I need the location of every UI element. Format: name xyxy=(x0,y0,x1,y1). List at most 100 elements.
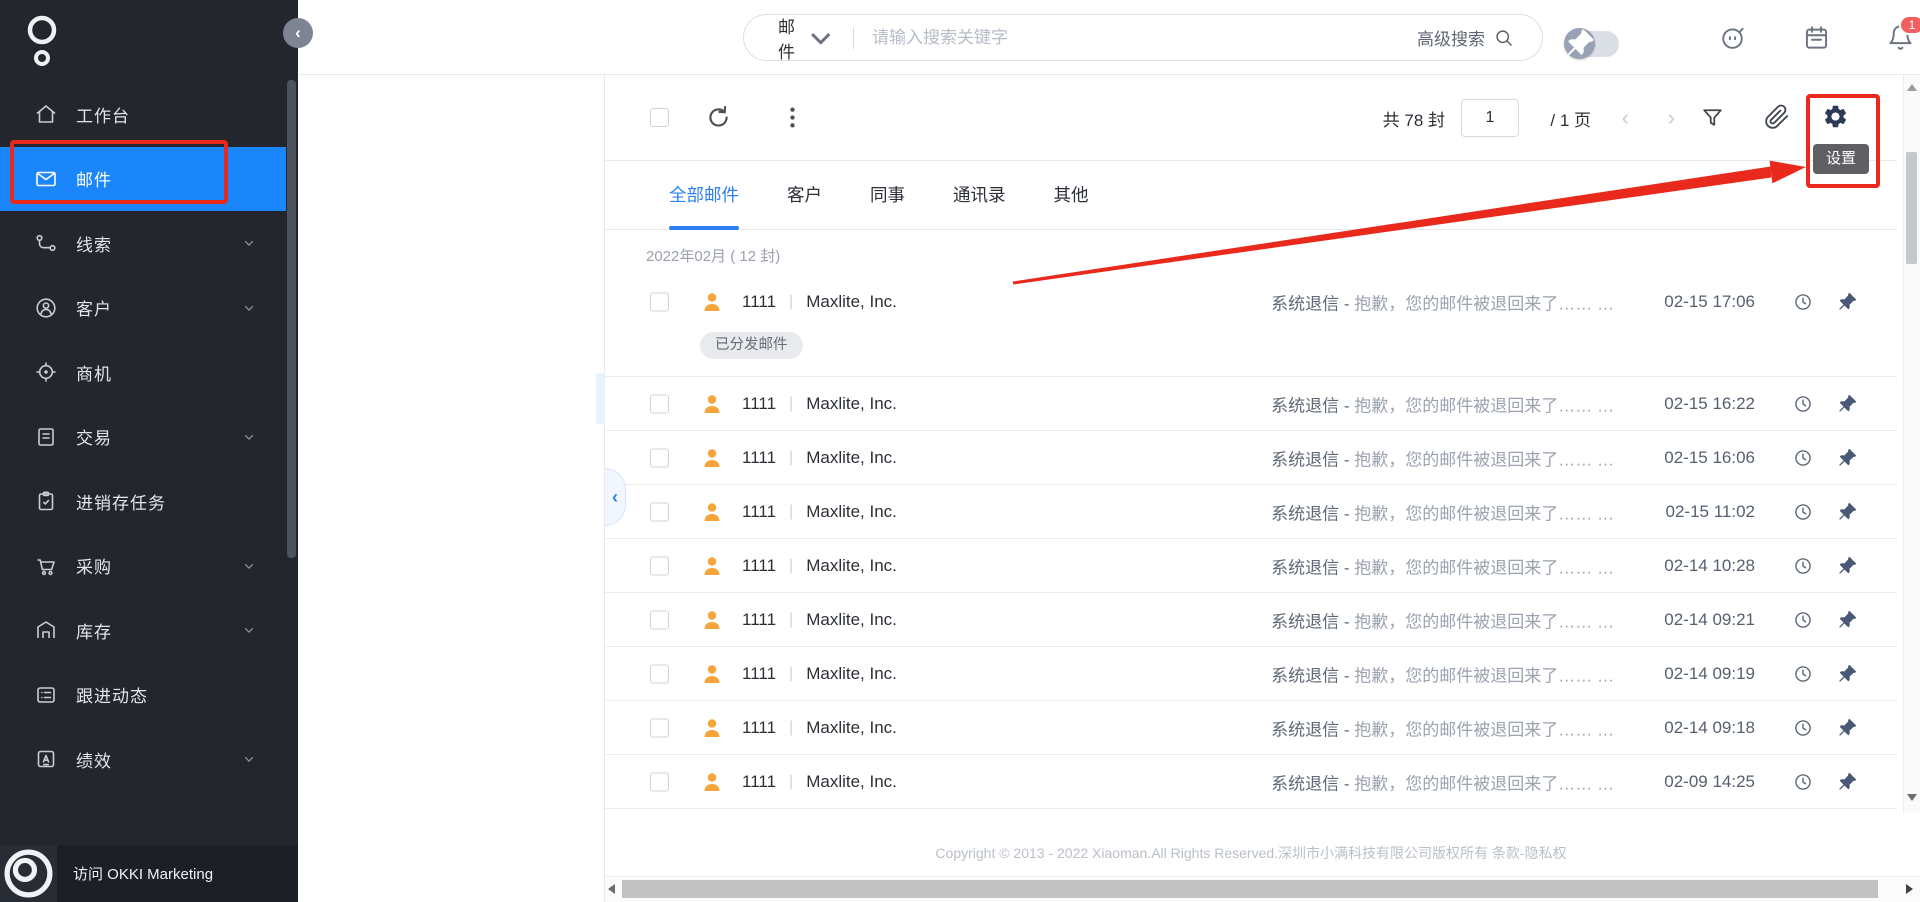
sidebar-item-purchase[interactable]: 采购 xyxy=(0,534,286,599)
email-row[interactable]: 1111 | Maxlite, Inc. 系统退信 - 抱歉，您的邮件被退回来了…… … xyxy=(605,377,1897,431)
more-actions-kebab-icon[interactable] xyxy=(779,104,806,131)
marketing-link[interactable]: 访问 OKKI Marketing xyxy=(0,845,298,902)
email-time: 02-15 16:06 xyxy=(1664,448,1755,467)
inventory-icon xyxy=(34,618,58,642)
page-number-input[interactable] xyxy=(1461,99,1519,137)
search-box[interactable]: 邮件 高级搜索 xyxy=(743,13,1543,63)
clock-icon[interactable] xyxy=(1793,718,1813,738)
marketing-label: 访问 OKKI Marketing xyxy=(73,866,214,883)
page-total-label: / 1 页 xyxy=(1550,110,1591,130)
email-row[interactable]: 1111 | Maxlite, Inc. 系统退信 - 抱歉，您的邮件被退回来了…… … xyxy=(605,539,1897,593)
email-sender: 1111 | Maxlite, Inc. xyxy=(742,448,897,467)
search-scope-select[interactable]: 邮件 xyxy=(744,13,835,63)
email-checkbox[interactable] xyxy=(650,448,669,468)
clock-icon[interactable] xyxy=(1793,772,1813,792)
tab-同事[interactable]: 同事 xyxy=(870,161,905,230)
copyright-footer: Copyright © 2013 - 2022 Xiaoman.All Righ… xyxy=(935,845,1567,861)
email-checkbox[interactable] xyxy=(650,292,669,312)
sidebar-item-opportunity[interactable]: 商机 xyxy=(0,340,286,405)
email-row[interactable]: 1111 | Maxlite, Inc. 系统退信 - 抱歉，您的邮件被退回来了…… … xyxy=(605,701,1897,755)
pin-toggle-knob xyxy=(1564,28,1595,59)
vertical-scrollbar-thumb[interactable] xyxy=(1906,152,1917,264)
sidebar-item-label: 进销存任务 xyxy=(76,493,166,513)
email-checkbox[interactable] xyxy=(650,664,669,684)
search-input[interactable] xyxy=(872,27,1417,48)
clock-icon[interactable] xyxy=(1793,664,1813,684)
email-checkbox[interactable] xyxy=(650,610,669,630)
email-sender: 1111 | Maxlite, Inc. xyxy=(742,772,897,791)
performance-icon xyxy=(34,747,58,771)
pin-icon[interactable] xyxy=(1837,664,1857,684)
prev-page-button[interactable]: ‹ xyxy=(1622,75,1629,161)
email-sender: 1111 | Maxlite, Inc. xyxy=(742,502,897,521)
sidebar-collapse-button[interactable]: ‹ xyxy=(283,18,313,48)
pin-icon[interactable] xyxy=(1837,394,1857,414)
tab-全部邮件[interactable]: 全部邮件 xyxy=(669,161,739,230)
sidebar-item-feed[interactable]: 跟进动态 xyxy=(0,663,286,728)
main-sidebar: 工作台 邮件 线索客户商机 交易进销存任务采购 库存 跟进动态 绩效 访问 OKKI Mar… xyxy=(0,0,298,902)
horizontal-scrollbar-thumb[interactable] xyxy=(622,880,1878,898)
clock-icon[interactable] xyxy=(1793,448,1813,468)
settings-gear-icon[interactable] xyxy=(1822,103,1849,130)
refresh-icon[interactable] xyxy=(705,104,732,131)
pin-icon[interactable] xyxy=(1837,502,1857,522)
clock-icon[interactable] xyxy=(1793,292,1813,312)
pin-icon[interactable] xyxy=(1837,292,1857,312)
email-checkbox[interactable] xyxy=(650,394,669,414)
scroll-down-arrow[interactable] xyxy=(1907,794,1917,801)
clock-icon[interactable] xyxy=(1793,502,1813,522)
email-row[interactable]: 1111 | Maxlite, Inc. 系统退信 - 抱歉，您的邮件被退回来了…… … xyxy=(605,593,1897,647)
email-row[interactable]: 1111 | Maxlite, Inc. 系统退信 - 抱歉，您的邮件被退回来了…… … xyxy=(605,431,1897,485)
sidebar-item-label: 客户 xyxy=(76,300,112,320)
email-checkbox[interactable] xyxy=(650,772,669,792)
sidebar-item-performance[interactable]: 绩效 xyxy=(0,727,286,792)
sidebar-item-customer[interactable]: 客户 xyxy=(0,276,286,341)
task-icon xyxy=(34,489,58,513)
scroll-up-arrow[interactable] xyxy=(1907,84,1917,91)
select-all-checkbox[interactable] xyxy=(650,108,669,127)
sidebar-item-task[interactable]: 进销存任务 xyxy=(0,469,286,534)
pin-toggle[interactable] xyxy=(1564,28,1619,59)
email-row[interactable]: 1111 | Maxlite, Inc. 系统退信 - 抱歉，您的邮件被退回来了…… … xyxy=(605,755,1897,809)
sidebar-item-inventory[interactable]: 库存 xyxy=(0,598,286,663)
sidebar-scrollbar-thumb[interactable] xyxy=(287,80,296,558)
email-checkbox[interactable] xyxy=(650,556,669,576)
sidebar-item-deal[interactable]: 交易 xyxy=(0,405,286,470)
mail-category-tabs: 全部邮件 客户 同事 通讯录 其他 xyxy=(605,161,1897,230)
sidebar-item-leads[interactable]: 线索 xyxy=(0,211,286,276)
clock-icon[interactable] xyxy=(1793,610,1813,630)
sidebar-item-home[interactable]: 工作台 xyxy=(0,82,286,147)
pin-icon[interactable] xyxy=(1837,610,1857,630)
attachment-paperclip-icon[interactable] xyxy=(1764,104,1790,130)
scroll-left-arrow[interactable] xyxy=(608,884,615,894)
email-time: 02-14 09:19 xyxy=(1664,664,1755,683)
pin-icon[interactable] xyxy=(1837,556,1857,576)
advanced-search-button[interactable]: 高级搜索 xyxy=(1417,25,1514,50)
chevron-down-icon xyxy=(242,236,256,250)
calendar-icon[interactable] xyxy=(1803,24,1830,51)
email-checkbox[interactable] xyxy=(650,502,669,522)
email-row[interactable]: 1111 | Maxlite, Inc. 系统退信 - 抱歉，您的邮件被退回来了…… … xyxy=(605,485,1897,539)
pin-icon[interactable] xyxy=(1837,448,1857,468)
clock-icon[interactable] xyxy=(1793,394,1813,414)
next-page-button[interactable]: › xyxy=(1668,75,1675,161)
deal-icon xyxy=(34,425,58,449)
pin-icon[interactable] xyxy=(1837,772,1857,792)
pin-icon[interactable] xyxy=(1837,718,1857,738)
scroll-right-arrow[interactable] xyxy=(1906,884,1913,894)
sender-avatar-icon xyxy=(700,290,724,314)
sidebar-item-mail[interactable]: 邮件 xyxy=(0,146,286,211)
assistant-chat-icon[interactable] xyxy=(1719,24,1746,51)
email-row[interactable]: 1111 | Maxlite, Inc. 系统退信 - 抱歉，您的邮件被退回来了…… … xyxy=(605,647,1897,701)
tab-客户[interactable]: 客户 xyxy=(787,161,822,230)
email-sender: 1111 | Maxlite, Inc. xyxy=(742,556,897,575)
email-checkbox[interactable] xyxy=(650,718,669,738)
sender-avatar-icon xyxy=(700,446,724,470)
tab-其他[interactable]: 其他 xyxy=(1054,161,1089,230)
chevron-down-icon xyxy=(242,623,256,637)
email-row[interactable]: 1111 | Maxlite, Inc. 系统退信 - 抱歉，您的邮件被退回来了…… … xyxy=(605,270,1897,377)
home-icon xyxy=(34,102,58,126)
filter-funnel-icon[interactable] xyxy=(1700,105,1725,130)
clock-icon[interactable] xyxy=(1793,556,1813,576)
tab-通讯录[interactable]: 通讯录 xyxy=(953,161,1006,230)
